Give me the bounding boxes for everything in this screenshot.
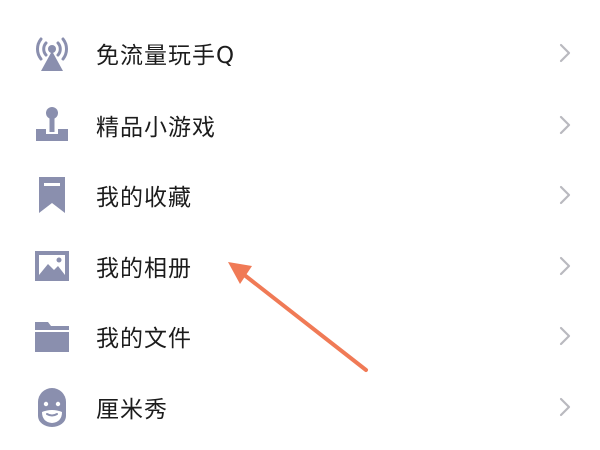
photo-album-icon <box>30 244 74 288</box>
cmshow-avatar-icon <box>30 385 74 429</box>
joystick-icon <box>30 103 74 147</box>
antenna-icon <box>30 31 74 75</box>
settings-menu: 免流量玩手Q 精品小游戏 我的收藏 我的相册 我的文件 厘米秀 <box>0 0 600 450</box>
chevron-right-icon <box>556 396 574 418</box>
menu-item-label: 免流量玩手Q <box>96 43 236 69</box>
menu-item-label: 我的收藏 <box>96 185 192 211</box>
chevron-right-icon <box>556 184 574 206</box>
menu-item-cmshow[interactable]: 厘米秀 <box>0 372 600 442</box>
chevron-right-icon <box>556 325 574 347</box>
menu-item-label: 我的文件 <box>96 326 192 352</box>
chevron-right-icon <box>556 255 574 277</box>
menu-item-photo-album[interactable]: 我的相册 <box>0 231 600 301</box>
bookmark-icon <box>30 173 74 217</box>
menu-item-files[interactable]: 我的文件 <box>0 301 600 371</box>
menu-item-label: 我的相册 <box>96 256 192 282</box>
chevron-right-icon <box>556 42 574 64</box>
menu-item-favorites[interactable]: 我的收藏 <box>0 160 600 230</box>
menu-item-label: 精品小游戏 <box>96 115 216 141</box>
menu-item-mini-games[interactable]: 精品小游戏 <box>0 90 600 160</box>
menu-item-free-data[interactable]: 免流量玩手Q <box>0 18 600 88</box>
chevron-right-icon <box>556 114 574 136</box>
menu-item-label: 厘米秀 <box>96 397 168 423</box>
folder-icon <box>30 314 74 358</box>
